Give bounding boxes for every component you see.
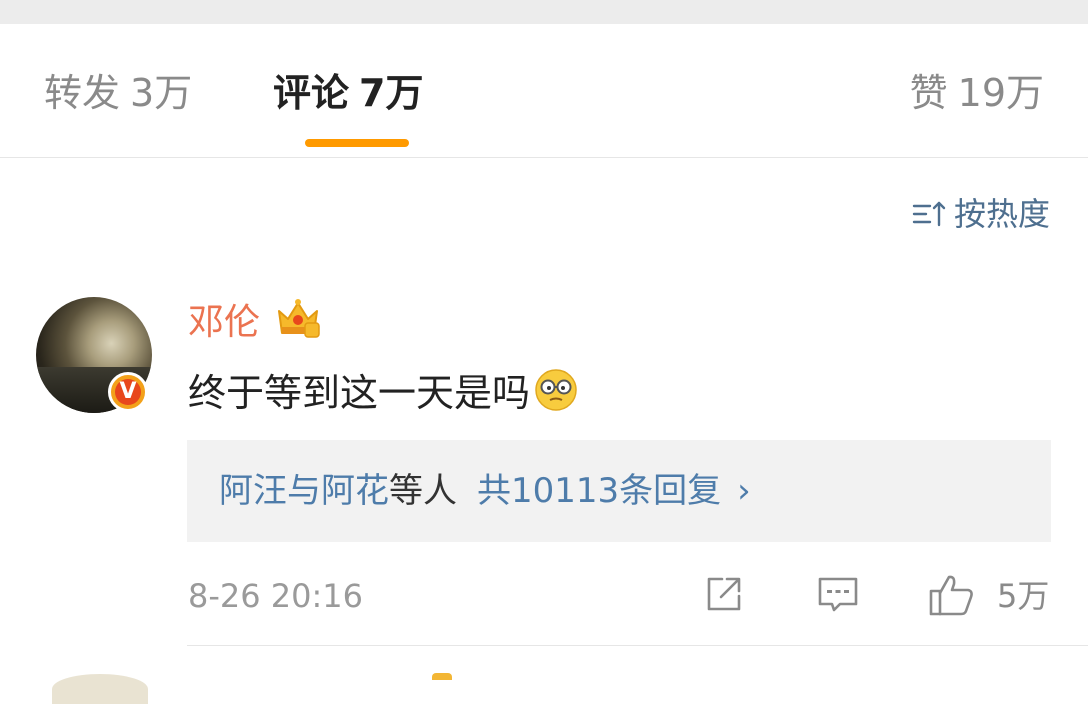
reply-suffix: 等人 <box>389 471 457 511</box>
next-comment-avatar[interactable] <box>52 674 148 704</box>
tab-bar: 转发 3万 评论 7万 赞 19万 <box>0 24 1088 158</box>
reply-count[interactable]: 共10113条回复 <box>477 471 721 511</box>
active-tab-indicator <box>305 139 409 147</box>
sort-label: 按热度 <box>953 195 1050 233</box>
comment-timestamp: 8-26 20:16 <box>188 577 364 615</box>
tab-like[interactable]: 赞 19万 <box>910 69 1044 117</box>
tab-comment-label: 评论 <box>273 71 350 115</box>
next-crown-icon <box>432 673 452 680</box>
tab-forward-count: 3万 <box>130 71 193 115</box>
comment-username[interactable]: 邓伦 <box>188 300 260 346</box>
reply-user-names[interactable]: 阿汪与阿花 <box>219 471 389 511</box>
reply-summary-text: 阿汪与阿花等人 共10113条回复 › <box>219 468 751 514</box>
tab-forward[interactable]: 转发 3万 <box>44 69 192 117</box>
sort-button[interactable]: 按热度 <box>912 193 1050 235</box>
verified-badge-label: V <box>115 379 141 405</box>
tab-like-count: 19万 <box>957 71 1044 115</box>
comment-divider <box>187 645 1088 646</box>
tab-comment[interactable]: 评论 7万 <box>273 69 423 117</box>
like-count: 5万 <box>997 577 1050 615</box>
like-icon[interactable] <box>928 572 976 618</box>
comment-text: 终于等到这一天是吗 <box>188 371 531 415</box>
emoji-icon <box>535 369 577 411</box>
status-bar <box>0 0 1088 24</box>
tab-like-label: 赞 <box>909 71 948 115</box>
sort-icon <box>912 201 946 227</box>
tab-comment-count: 7万 <box>359 71 424 115</box>
verified-icon: V <box>108 372 148 412</box>
share-icon[interactable] <box>702 572 746 616</box>
chevron-right-icon: › <box>737 471 751 511</box>
reply-summary[interactable]: 阿汪与阿花等人 共10113条回复 › <box>187 440 1051 542</box>
reply-icon[interactable] <box>816 572 860 616</box>
tab-forward-label: 转发 <box>44 71 121 115</box>
comment-content: 终于等到这一天是吗 <box>188 368 578 418</box>
crown-icon <box>278 299 320 338</box>
